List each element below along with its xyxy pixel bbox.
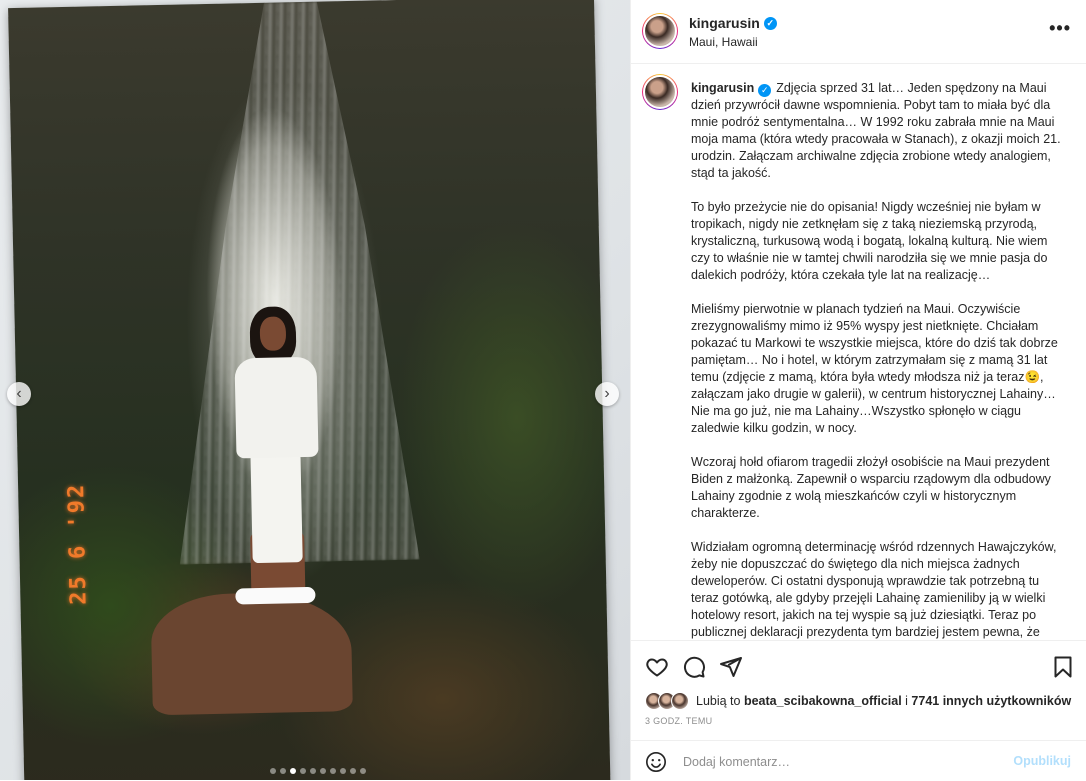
comment-icon[interactable] bbox=[682, 655, 706, 679]
caption-paragraph: To było przeżycie nie do opisania! Nigdy… bbox=[691, 200, 1048, 282]
caption-paragraph: Widziałam ogromną determinację wśród rdz… bbox=[691, 540, 1057, 639]
verified-badge-icon: ✓ bbox=[763, 16, 777, 30]
carousel-dot bbox=[300, 768, 306, 774]
carousel-dot bbox=[360, 768, 366, 774]
avatar bbox=[643, 14, 677, 48]
liker-username[interactable]: beata_scibakowna_official bbox=[744, 694, 902, 708]
post-location[interactable]: Maui, Hawaii bbox=[689, 35, 758, 49]
carousel-dot bbox=[330, 768, 336, 774]
caption-paragraph: Wczoraj hołd ofiarom tragedii złożył oso… bbox=[691, 455, 1051, 520]
heart-icon[interactable] bbox=[645, 655, 669, 679]
carousel-dot bbox=[290, 768, 296, 774]
carousel-dot bbox=[340, 768, 346, 774]
caption-text: Zdjęcia sprzed 31 lat… Jeden spędzony na… bbox=[691, 81, 1061, 180]
comment-bar: Opublikuj bbox=[631, 740, 1086, 781]
carousel-prev-button[interactable]: ‹ bbox=[7, 382, 31, 406]
carousel-dot bbox=[280, 768, 286, 774]
carousel-dot bbox=[320, 768, 326, 774]
likes-summary[interactable]: Lubią to beata_scibakowna_official i 774… bbox=[645, 692, 1071, 710]
carousel-dots bbox=[270, 768, 366, 774]
caption-username[interactable]: kingarusin bbox=[691, 81, 754, 95]
post-timestamp[interactable]: 3 GODZ. TEMU bbox=[645, 716, 712, 726]
likes-prefix: Lubią to bbox=[696, 694, 741, 708]
author-avatar-ring[interactable] bbox=[642, 13, 678, 49]
likes-joiner: i bbox=[905, 694, 908, 708]
caption-scroll-area[interactable]: kingarusin ✓ Zdjęcia sprzed 31 lat… Jeden … bbox=[631, 64, 1086, 640]
carousel-dot bbox=[350, 768, 356, 774]
likes-count[interactable]: 7741 innych użytkowników bbox=[911, 694, 1071, 708]
comment-input[interactable] bbox=[681, 751, 1005, 773]
post-side-panel: kingarusin ✓ Maui, Hawaii ••• kingarusin… bbox=[630, 0, 1086, 780]
carousel-dot bbox=[270, 768, 276, 774]
carousel-next-button[interactable]: › bbox=[595, 382, 619, 406]
emoji-icon[interactable] bbox=[645, 751, 667, 773]
chevron-right-icon: › bbox=[604, 385, 610, 402]
more-options-button[interactable]: ••• bbox=[1049, 18, 1071, 39]
caption-avatar-ring[interactable] bbox=[642, 74, 678, 110]
avatar bbox=[671, 692, 689, 710]
person-figure bbox=[219, 301, 336, 623]
caption-paragraph: kingarusin ✓ Zdjęcia sprzed 31 lat… Jeden … bbox=[691, 80, 1063, 182]
post-header: kingarusin ✓ Maui, Hawaii ••• bbox=[631, 0, 1086, 64]
photo-print: 25 6 '92 bbox=[8, 0, 611, 780]
carousel-dot bbox=[310, 768, 316, 774]
author-username[interactable]: kingarusin bbox=[689, 15, 760, 31]
post-media[interactable]: 25 6 '92 ‹ › bbox=[0, 0, 630, 780]
action-bar bbox=[631, 640, 1086, 696]
avatar bbox=[643, 75, 677, 109]
chevron-left-icon: ‹ bbox=[16, 385, 22, 402]
author-username-row: kingarusin ✓ bbox=[689, 15, 777, 31]
likes-text: Lubią to beata_scibakowna_official i 774… bbox=[696, 694, 1071, 708]
share-icon[interactable] bbox=[719, 655, 743, 679]
photo-date-stamp: 25 6 '92 bbox=[64, 482, 92, 606]
bookmark-icon[interactable] bbox=[1051, 655, 1075, 679]
post-caption: kingarusin ✓ Zdjęcia sprzed 31 lat… Jeden … bbox=[691, 80, 1063, 640]
caption-paragraph: Mieliśmy pierwotnie w planach tydzień na… bbox=[691, 302, 1058, 435]
liker-avatars bbox=[645, 692, 689, 710]
post-comment-button[interactable]: Opublikuj bbox=[1013, 754, 1071, 768]
verified-badge-icon: ✓ bbox=[758, 84, 772, 97]
